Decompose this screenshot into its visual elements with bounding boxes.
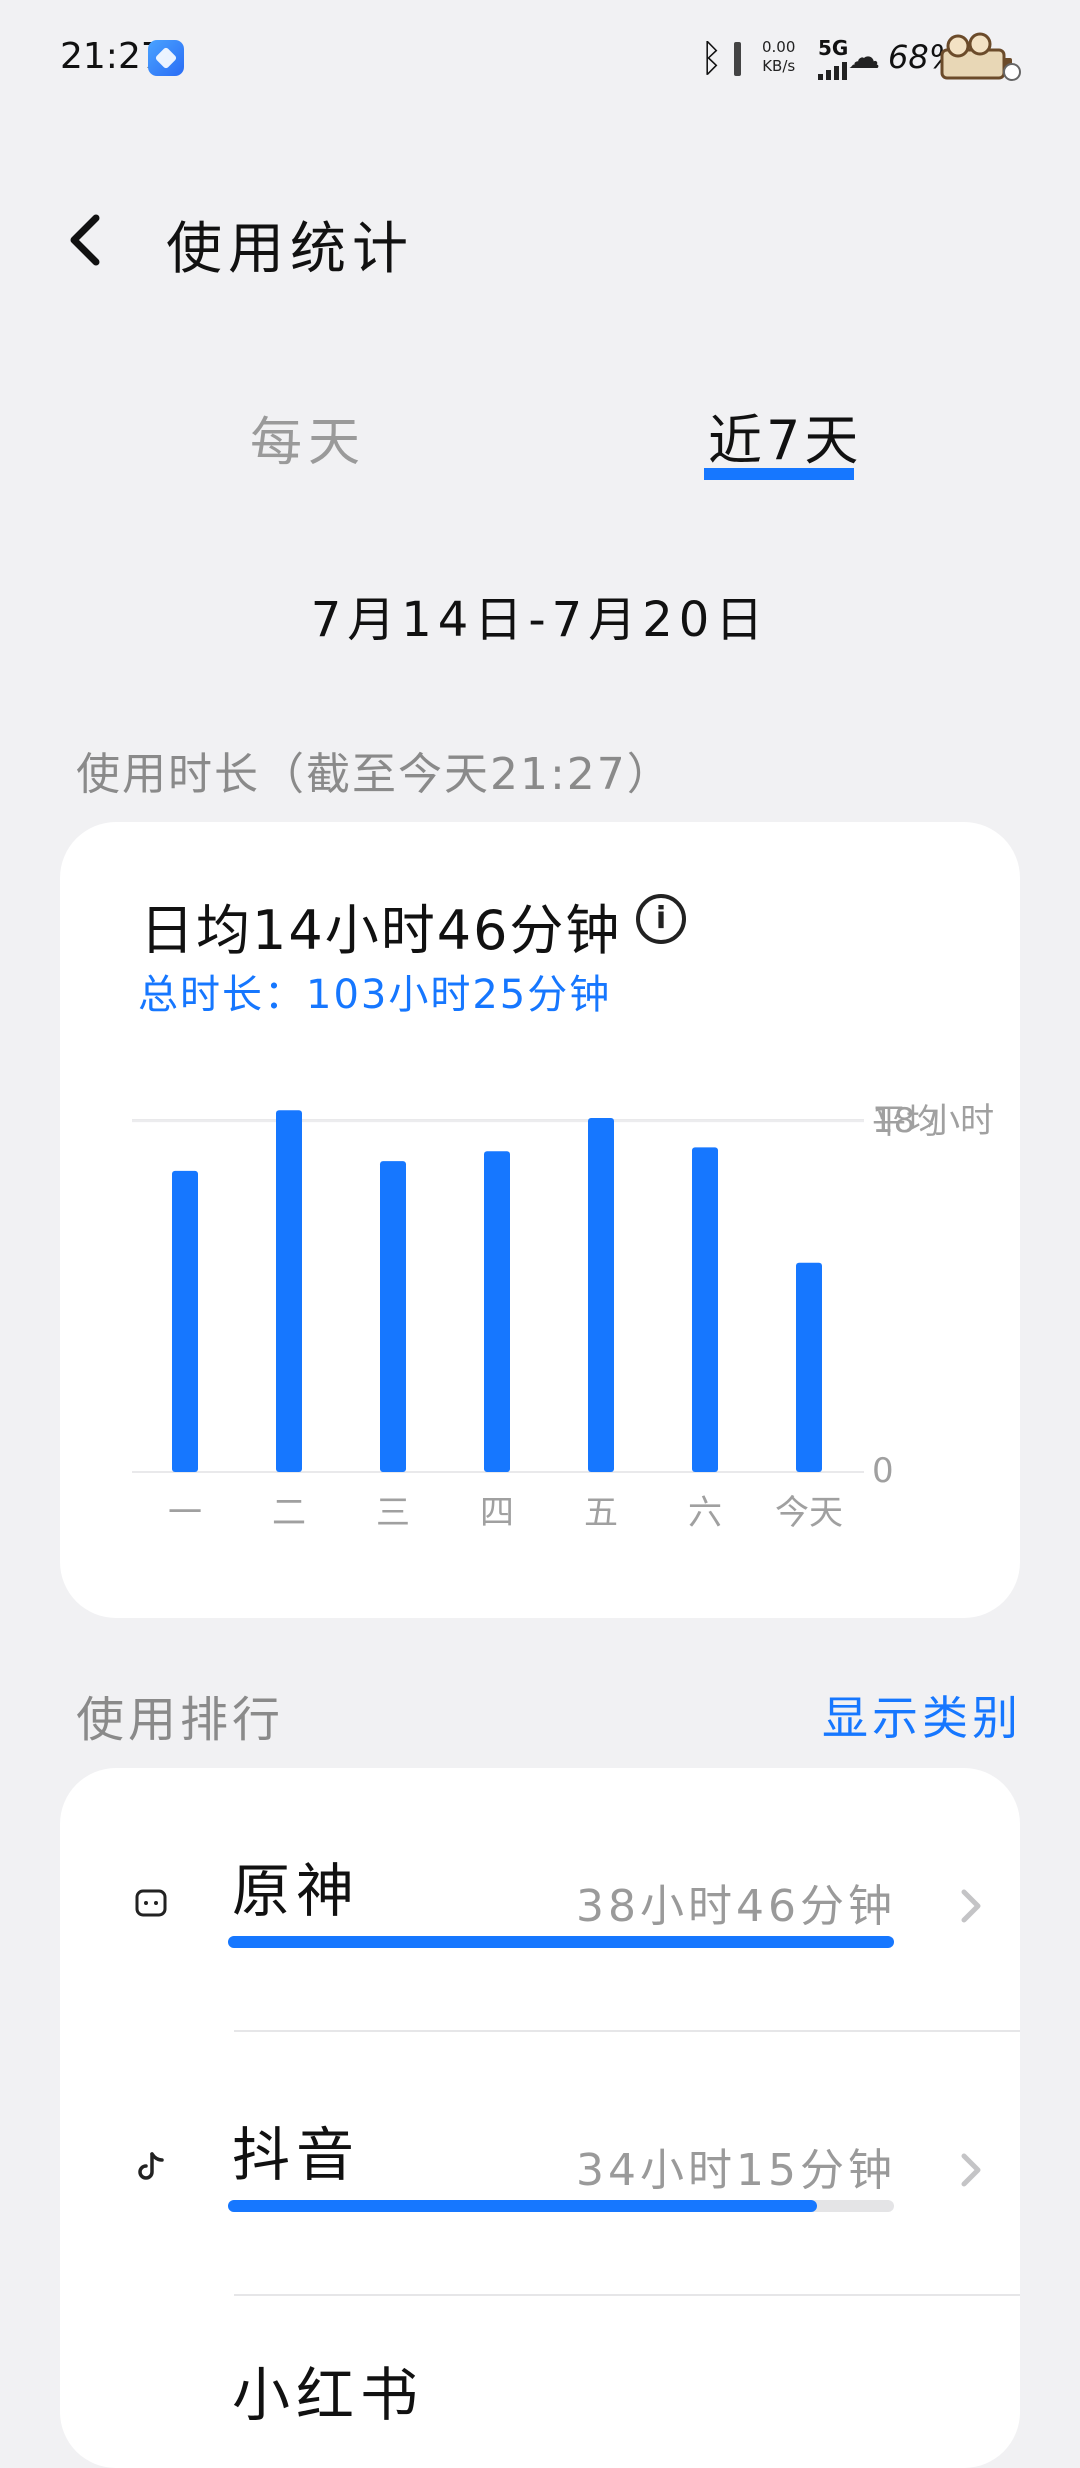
- usage-bar-chart: 18 小时平均0一二三四五六今天: [132, 1101, 994, 1533]
- ranking-progress-bar: [228, 2200, 894, 2212]
- signal-icon: [818, 62, 847, 80]
- y-axis-average-label: 平均: [872, 1102, 940, 1142]
- tab-daily[interactable]: 每天: [250, 400, 366, 475]
- ranking-item-time: 34小时15分钟: [576, 2145, 896, 2196]
- network-type: 5G: [818, 36, 849, 60]
- bluetooth-icon: ᛒ: [700, 36, 723, 80]
- chart-bar: [380, 1161, 406, 1472]
- ranking-progress-fill: [228, 1936, 894, 1948]
- ranking-item-name: 小红书: [232, 2361, 425, 2429]
- ranking-item-name: 抖音: [232, 2121, 361, 2189]
- ranking-card: 原神 38小时46分钟 抖音 34小时15分钟 小红书: [60, 1768, 1020, 2468]
- chart-bar: [796, 1262, 822, 1472]
- ranking-progress-bar: [228, 1936, 894, 1948]
- usage-card: 日均14小时46分钟 i 总时长：103小时25分钟 18 小时 平均 0 一二三四五…: [60, 822, 1020, 1618]
- active-tab-indicator: [704, 468, 854, 480]
- bluetooth-battery-icon: [734, 42, 741, 76]
- page-title: 使用统计: [166, 217, 414, 282]
- ranking-item-name: 原神: [232, 1857, 361, 1925]
- network-speed-unit: KB/s: [762, 57, 796, 75]
- ranking-item-xiaohongshu[interactable]: 小红书: [60, 2296, 1020, 2468]
- x-axis-label: 五: [584, 1493, 618, 1533]
- network-speed-value: 0.00: [762, 38, 796, 56]
- tab-last-7-days[interactable]: 近7天: [708, 396, 862, 475]
- chart-bar: [692, 1147, 718, 1472]
- battery-icon: [940, 32, 1021, 81]
- x-axis-label: 三: [376, 1493, 410, 1533]
- chart-bar: [588, 1118, 614, 1472]
- ranking-progress-fill: [228, 2200, 817, 2212]
- chevron-right-icon: [961, 1889, 981, 1923]
- back-button[interactable]: [60, 200, 120, 280]
- chevron-right-icon: [961, 2153, 981, 2187]
- ranking-section-label: 使用排行: [76, 1692, 285, 1748]
- x-axis-label: 二: [272, 1493, 306, 1533]
- chart-bar: [172, 1170, 198, 1472]
- genshin-icon: [135, 1889, 167, 1917]
- ranking-item-genshin[interactable]: 原神 38小时46分钟: [60, 1768, 1020, 2032]
- chart-bar: [276, 1110, 302, 1472]
- notification-app-icon: [148, 40, 184, 76]
- network-speed: 0.00 KB/s: [762, 38, 795, 76]
- douyin-icon: [138, 2152, 164, 2180]
- chart-bar: [484, 1151, 510, 1472]
- ranking-item-douyin[interactable]: 抖音 34小时15分钟: [60, 2032, 1020, 2296]
- x-axis-label: 四: [480, 1493, 514, 1533]
- cloud-icon: ☁: [848, 38, 880, 76]
- usage-section-label: 使用时长（截至今天21:27）: [76, 749, 673, 800]
- x-axis-label: 今天: [775, 1493, 843, 1533]
- y-axis-zero-label: 0: [872, 1451, 894, 1491]
- ranking-item-time: 38小时46分钟: [576, 1881, 896, 1932]
- x-axis-label: 六: [688, 1493, 722, 1533]
- date-range: 7月14日-7月20日: [310, 592, 770, 648]
- x-axis-label: 一: [168, 1493, 202, 1533]
- show-category-button[interactable]: 显示类别: [822, 1682, 1022, 1748]
